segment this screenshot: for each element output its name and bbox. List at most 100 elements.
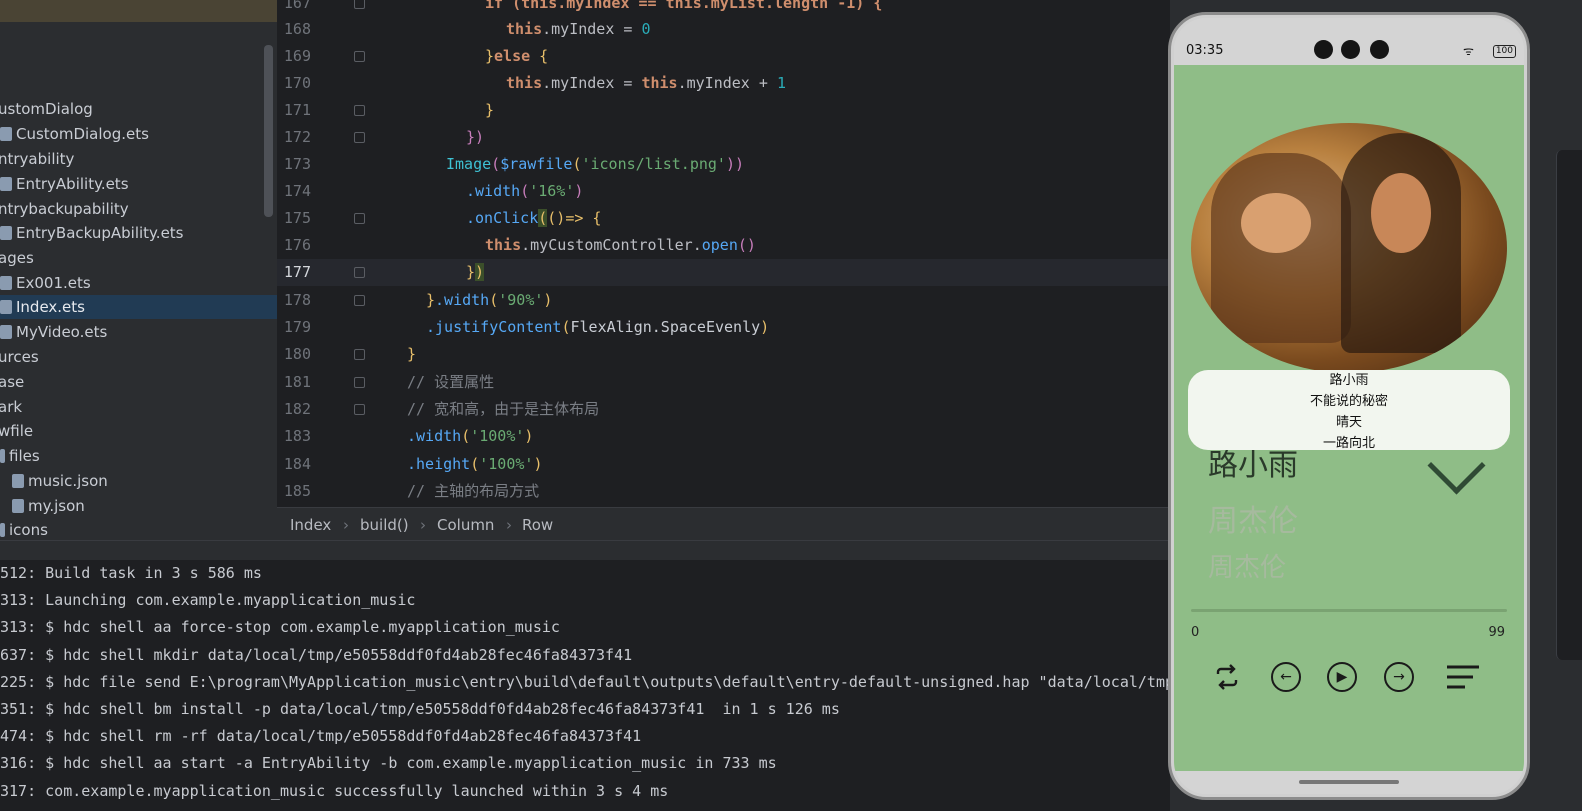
fold-marker-icon[interactable] — [354, 105, 365, 116]
line-number: 176 — [283, 236, 311, 254]
line-number: 172 — [283, 128, 311, 146]
console-line: 313: $ hdc shell aa force-stop com.examp… — [0, 618, 560, 636]
tree-item-my-json[interactable]: my.json — [12, 494, 277, 518]
tree-item-resources-folder[interactable]: urces — [0, 345, 264, 369]
code-token: ()=> { — [547, 209, 602, 227]
fold-marker-icon[interactable] — [354, 267, 365, 278]
tree-item-icons-folder[interactable]: icons — [0, 518, 266, 540]
code-text: if (this.myIndex == this.myList.length -… — [485, 0, 882, 17]
list-icon[interactable] — [1446, 662, 1479, 692]
playlist-item[interactable]: 晴天 — [1188, 412, 1510, 433]
line-number: 182 — [283, 400, 311, 418]
console-line: 313: Launching com.example.myapplication… — [0, 591, 416, 609]
code-token: ) — [574, 182, 584, 200]
code-line-183: 183 .width('100%') — [277, 423, 1170, 450]
code-token: .width — [435, 291, 490, 309]
status-bar: 03:35 ᯤ 100 — [1174, 18, 1524, 65]
line-number: 168 — [283, 20, 311, 38]
tree-item-customdialog-ets[interactable]: CustomDialog.ets — [0, 122, 266, 146]
code-token: ) — [524, 427, 534, 445]
json-file-icon — [12, 499, 24, 513]
tree-item-label: EntryAbility.ets — [16, 175, 129, 193]
tree-item-myvideo-ets[interactable]: MyVideo.ets — [0, 320, 266, 344]
code-token: FlexAlign.SpaceEvenly — [570, 318, 761, 336]
code-token: { — [530, 47, 549, 65]
breadcrumb: Index › build() › Column › Row — [277, 507, 1170, 541]
album-art[interactable] — [1191, 123, 1507, 373]
playlist-item[interactable]: 不能说的秘密 — [1188, 391, 1510, 412]
tree-item-label: icons — [9, 521, 48, 539]
code-token: ) — [533, 455, 543, 473]
progress-start-label: 0 — [1191, 625, 1200, 640]
tree-item-files-folder[interactable]: files — [0, 444, 266, 468]
ets-file-icon — [0, 177, 12, 191]
tree-item-pages-folder[interactable]: ages — [0, 246, 264, 270]
tree-item-base-folder[interactable]: ase — [0, 370, 264, 394]
tree-item-index-ets[interactable]: Index.ets — [0, 295, 277, 319]
tree-item-entryability-ets[interactable]: EntryAbility.ets — [0, 172, 266, 196]
code-line-178: 178}.width('90%') — [277, 287, 1170, 314]
code-token: $rawfile — [500, 155, 573, 173]
progress-end-label: 99 — [1488, 625, 1505, 640]
tree-item-dark-folder[interactable]: ark — [0, 395, 264, 419]
fold-marker-icon[interactable] — [354, 132, 365, 143]
code-line-185: 185 // 主轴的布局方式 — [277, 478, 1170, 505]
repeat-icon[interactable] — [1212, 662, 1242, 692]
tree-item-music-json[interactable]: music.json — [12, 469, 277, 493]
fold-marker-icon[interactable] — [354, 0, 365, 9]
breadcrumb-item[interactable]: build() — [360, 516, 409, 534]
code-line-181: 181 // 设置属性 — [277, 369, 1170, 396]
line-number: 185 — [283, 482, 311, 500]
chevron-right-icon: › — [420, 516, 426, 534]
tree-item-entrybackupability-folder[interactable]: ntrybackupability — [0, 197, 264, 221]
tree-item-label: my.json — [28, 497, 85, 515]
breadcrumb-item[interactable]: Row — [522, 516, 553, 534]
play-icon[interactable]: ▶ — [1327, 662, 1357, 692]
code-token: ( — [491, 155, 501, 173]
code-token: .myIndex + — [677, 74, 777, 92]
next-icon[interactable]: → — [1384, 662, 1414, 692]
tree-item-entryability-folder[interactable]: ntryability — [0, 147, 264, 171]
fold-marker-icon[interactable] — [354, 349, 365, 360]
tree-item-label: EntryBackupAbility.ets — [16, 224, 184, 242]
code-token: this — [641, 74, 678, 92]
fold-marker-icon[interactable] — [354, 295, 365, 306]
code-token: ( — [520, 182, 530, 200]
playlist-item[interactable]: 路小雨 — [1188, 370, 1510, 391]
line-number: 171 — [283, 101, 311, 119]
fold-marker-icon[interactable] — [354, 377, 365, 388]
tree-item-rawfile-folder[interactable]: wfile — [0, 419, 264, 443]
tree-item-label: urces — [0, 348, 39, 366]
code-editor[interactable]: 167 if (this.myIndex == this.myList.lengt… — [277, 0, 1170, 507]
code-text: this.myIndex = this.myIndex + 1 — [506, 70, 786, 97]
ets-file-icon — [0, 325, 12, 339]
fold-marker-icon[interactable] — [354, 51, 365, 62]
camera-icon — [1370, 40, 1389, 59]
code-text: .width('16%') — [466, 178, 583, 205]
tree-scrollbar[interactable] — [264, 45, 273, 217]
home-indicator[interactable] — [1299, 780, 1399, 784]
code-token: '100%' — [470, 427, 525, 445]
code-token: '16%' — [529, 182, 575, 200]
code-token: ( — [538, 209, 548, 227]
playlist-item[interactable]: 一路向北 — [1188, 433, 1510, 454]
fold-marker-icon[interactable] — [354, 404, 365, 415]
previous-icon[interactable]: ← — [1271, 662, 1301, 692]
line-number: 174 — [283, 182, 311, 200]
project-tree: ustomDialog CustomDialog.ets ntryability… — [0, 0, 277, 540]
tree-item-customdialog-folder[interactable]: ustomDialog — [0, 97, 264, 121]
wifi-icon: ᯤ — [1463, 44, 1474, 58]
code-text: .onClick(()=> { — [466, 205, 601, 232]
progress-slider[interactable] — [1191, 609, 1507, 612]
status-time: 03:35 — [1186, 43, 1224, 58]
code-line-182: 182 // 宽和高，由于是主体布局 — [277, 396, 1170, 423]
code-token: 0 — [641, 20, 651, 38]
breadcrumb-item[interactable]: Index — [290, 516, 331, 534]
right-tool-panel[interactable] — [1556, 150, 1582, 660]
breadcrumb-item[interactable]: Column — [437, 516, 494, 534]
tree-item-ex001-ets[interactable]: Ex001.ets — [0, 271, 266, 295]
code-line-184: 184 .height('100%') — [277, 451, 1170, 478]
chevron-right-icon: › — [343, 516, 349, 534]
tree-item-entrybackupability-ets[interactable]: EntryBackupAbility.ets — [0, 221, 266, 245]
fold-marker-icon[interactable] — [354, 213, 365, 224]
